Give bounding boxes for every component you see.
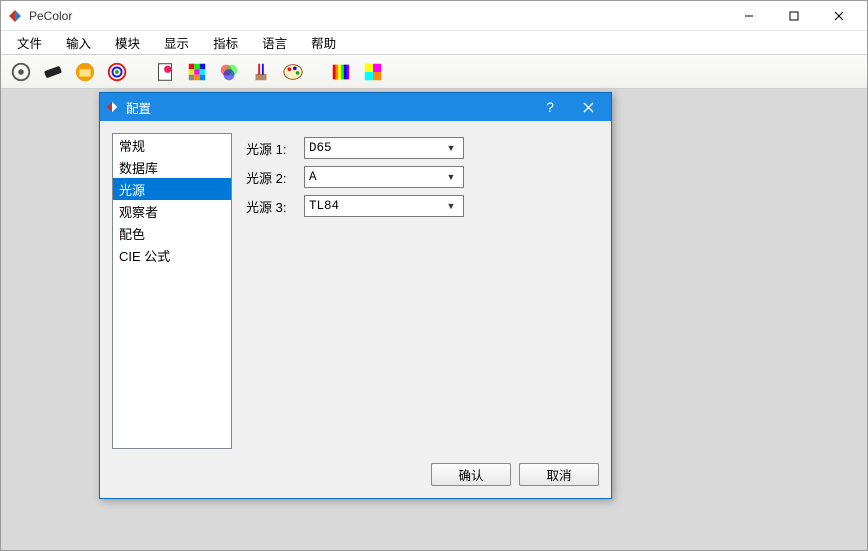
palette-icon[interactable] — [281, 60, 305, 84]
gear-icon[interactable] — [9, 60, 33, 84]
label-illuminant-1: 光源 1: — [246, 139, 304, 158]
combo-illuminant-2[interactable]: A ▼ — [304, 166, 464, 188]
ok-button[interactable]: 确认 — [431, 463, 511, 486]
window-buttons — [726, 1, 861, 30]
dialog-titlebar[interactable]: 配置 ? — [100, 93, 611, 121]
dialog-footer: 确认 取消 — [100, 458, 611, 498]
menu-language[interactable]: 语言 — [250, 31, 299, 54]
dialog-body: 常规 数据库 光源 观察者 配色 CIE 公式 光源 1: D65 ▼ — [100, 121, 611, 458]
page-icon[interactable] — [153, 60, 177, 84]
chevron-down-icon: ▼ — [443, 201, 459, 211]
app-title: PeColor — [29, 9, 726, 23]
toolbar — [1, 55, 867, 89]
tools-icon[interactable] — [249, 60, 273, 84]
ruler-icon[interactable] — [41, 60, 65, 84]
main-titlebar: PeColor — [1, 1, 867, 31]
menu-help[interactable]: 帮助 — [299, 31, 348, 54]
combo-illuminant-3[interactable]: TL84 ▼ — [304, 195, 464, 217]
menu-input[interactable]: 输入 — [54, 31, 103, 54]
dialog-icon — [104, 99, 120, 115]
config-dialog: 配置 ? 常规 数据库 光源 观察者 配色 CIE 公式 光源 1: — [99, 92, 612, 499]
combo-value-3: TL84 — [309, 199, 443, 213]
menu-file[interactable]: 文件 — [5, 31, 54, 54]
combo-value-2: A — [309, 170, 443, 184]
venn-icon[interactable] — [217, 60, 241, 84]
main-window: PeColor 文件 输入 模块 显示 指标 语言 帮助 — [0, 0, 868, 551]
dialog-title: 配置 — [126, 98, 531, 117]
maximize-button[interactable] — [771, 1, 816, 30]
dialog-close-button[interactable] — [569, 93, 607, 121]
list-item-observer[interactable]: 观察者 — [113, 200, 231, 222]
menu-indicator[interactable]: 指标 — [201, 31, 250, 54]
row-illuminant-3: 光源 3: TL84 ▼ — [246, 195, 599, 217]
app-icon — [7, 8, 23, 24]
chevron-down-icon: ▼ — [443, 143, 459, 153]
combo-value-1: D65 — [309, 141, 443, 155]
label-illuminant-3: 光源 3: — [246, 197, 304, 216]
menu-module[interactable]: 模块 — [103, 31, 152, 54]
chevron-down-icon: ▼ — [443, 172, 459, 182]
category-listbox[interactable]: 常规 数据库 光源 观察者 配色 CIE 公式 — [112, 133, 232, 449]
close-button[interactable] — [816, 1, 861, 30]
menubar: 文件 输入 模块 显示 指标 语言 帮助 — [1, 31, 867, 55]
grid-icon[interactable] — [185, 60, 209, 84]
minimize-button[interactable] — [726, 1, 771, 30]
reticle-icon[interactable] — [105, 60, 129, 84]
workspace: 配置 ? 常规 数据库 光源 观察者 配色 CIE 公式 光源 1: — [1, 89, 867, 550]
list-item-database[interactable]: 数据库 — [113, 156, 231, 178]
colorblock-icon[interactable] — [361, 60, 385, 84]
row-illuminant-1: 光源 1: D65 ▼ — [246, 137, 599, 159]
folder-icon[interactable] — [73, 60, 97, 84]
combo-illuminant-1[interactable]: D65 ▼ — [304, 137, 464, 159]
row-illuminant-2: 光源 2: A ▼ — [246, 166, 599, 188]
dialog-help-button[interactable]: ? — [531, 93, 569, 121]
list-item-illuminant[interactable]: 光源 — [113, 178, 231, 200]
list-item-cie[interactable]: CIE 公式 — [113, 244, 231, 266]
cancel-button[interactable]: 取消 — [519, 463, 599, 486]
form-area: 光源 1: D65 ▼ 光源 2: A ▼ 光源 — [246, 133, 599, 454]
label-illuminant-2: 光源 2: — [246, 168, 304, 187]
menu-display[interactable]: 显示 — [152, 31, 201, 54]
spectrum-icon[interactable] — [329, 60, 353, 84]
list-item-general[interactable]: 常规 — [113, 134, 231, 156]
list-item-colormatch[interactable]: 配色 — [113, 222, 231, 244]
